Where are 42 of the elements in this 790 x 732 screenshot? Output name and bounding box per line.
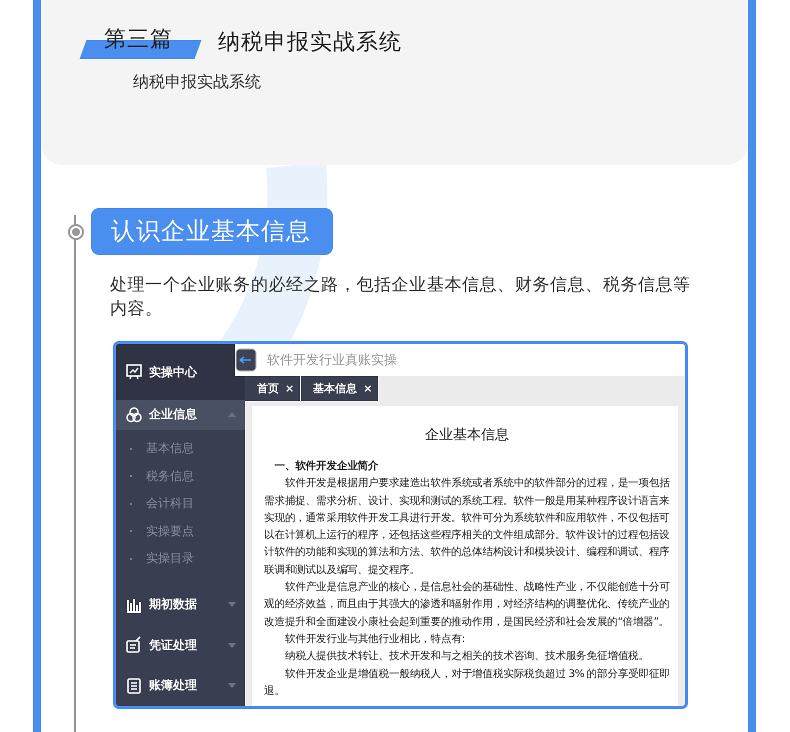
sidebar-item[interactable]: 账簿处理 <box>116 666 245 706</box>
document-subheading: 一、软件开发企业简介 <box>274 459 380 474</box>
subitem-label: 基本信息 <box>146 440 194 458</box>
document-paragraph: 软件开发企业是增值税一般纳税人，对于增值税实际税负超过 3% 的部分享受即征即退。 <box>264 666 670 699</box>
chapter-subtitle: 纳税申报实战系统 <box>133 72 262 93</box>
document-paragraph: 软件开发是根据用户要求建造出软件系统或者系统中的软件部分的过程，是一项包括需求捕捉、需求分析、设计、实现和测试的系统工程。软件一般是用某种程序设计语言来实现的，通常采用软件开发工具进行开发。软件可分为系统软件和应用软件，不仅包括可以在计算机上运行的程序，还包括这些程序相关的文件组成部分。软件设计的过程包括设计软件的功能和实现的算法和方法、软件的总体结构设计和模块设计、编程和调试、程序联调和测试以及编写、提交程序。 <box>264 476 670 578</box>
sidebar-header[interactable]: 实操中心 <box>116 344 245 400</box>
document-paragraph: 纳税人提供技术转让、技术开发和与之相关的技术咨询、技术服务免征增值税。 <box>284 649 650 664</box>
subitem-label: 实操要点 <box>146 522 194 540</box>
section-heading: 认识企业基本信息 <box>91 208 333 255</box>
caret-down-icon <box>228 683 236 688</box>
tab[interactable]: 首页 × <box>245 376 300 401</box>
item-label: 凭证处理 <box>149 636 198 654</box>
subitem-label: 实操目录 <box>146 550 194 568</box>
caret-up-icon <box>228 412 236 418</box>
app-title: 软件开发行业真账实操 <box>267 352 397 369</box>
sidebar-item[interactable]: 凭证处理 <box>116 625 245 666</box>
sidebar-item[interactable]: 企业信息 <box>116 400 245 430</box>
tab-label: 基本信息 <box>313 381 358 396</box>
timeline-dot-icon <box>67 222 85 240</box>
sidebar-item[interactable]: 期初数据 <box>116 584 245 626</box>
document-paragraph: 软件产业是信息产业的核心，是信息社会的基础性、战略性产业，不仅能创造十分可观的经济效益，而且由于其强大的渗透和辐射作用，对经济结构的调整优化、传统产业的改造提升和全面建设小康社会起到重要的推动作用，是国民经济和社会发展的“倍增器”。 <box>264 580 670 630</box>
chapter-title: 纳税申报实战系统 <box>218 29 402 57</box>
subitem-label: 税务信息 <box>146 468 194 485</box>
item-label: 实操中心 <box>149 364 198 381</box>
notebook-icon <box>125 676 143 695</box>
close-icon[interactable]: × <box>285 382 294 395</box>
item-label: 期初数据 <box>149 596 198 614</box>
tab-label: 首页 <box>257 381 279 396</box>
circles-icon <box>125 406 143 424</box>
item-label: 企业信息 <box>149 406 198 424</box>
chart-board-icon <box>125 363 143 382</box>
document-title: 企业基本信息 <box>424 426 510 444</box>
tab[interactable]: 基本信息 × <box>301 376 378 401</box>
item-label: 账簿处理 <box>149 677 198 694</box>
caret-down-icon <box>228 642 236 648</box>
section-description: 处理一个企业账务的必经之路，包括企业基本信息、财务信息、税务信息等内容。 <box>110 274 692 321</box>
subitem-label: 会计科目 <box>146 495 194 512</box>
caret-down-icon <box>228 602 236 608</box>
close-icon[interactable]: × <box>363 382 372 395</box>
document-pen-icon <box>125 636 143 654</box>
document-paragraph: 软件开发行业与其他行业相比，特点有: <box>284 632 466 647</box>
